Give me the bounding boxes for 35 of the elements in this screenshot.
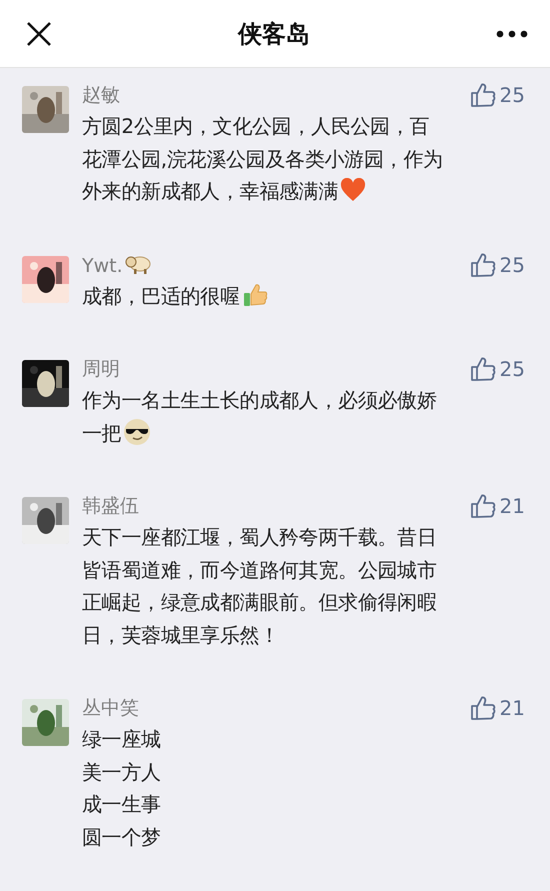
comment-line: 外来的新成都人，幸福感满满 [82,179,338,203]
like-count: 25 [500,357,525,381]
like-count: 21 [500,494,525,518]
page-title: 侠客岛 [238,18,310,50]
sunglasses-face-icon [123,418,152,446]
commenter-name: Ywt. [82,254,123,276]
comment-line: 天下一座都江堰，蜀人矜夸两千载。昔日 [82,525,437,549]
like-icon[interactable] [470,252,496,278]
like-icon[interactable] [470,82,496,108]
like-count: 21 [500,696,525,720]
like-icon[interactable] [470,493,496,519]
thumbs-up-icon [242,282,268,308]
comment-line: 皆语蜀道难，而今道路何其宽。公园城市 [82,558,437,582]
comment-line: 美一方人 [82,760,161,784]
comment-line: 正崛起，绿意成都满眼前。但求偷得闲暇 [82,590,437,614]
more-icon[interactable] [496,30,528,38]
like-count: 25 [500,252,525,276]
comment-line: 成一生事 [82,792,161,816]
commenter-name: 赵敏 [82,83,120,108]
like-icon[interactable] [470,356,496,382]
heart-icon [340,178,366,202]
comment-line: 绿一座城 [82,727,161,751]
like-count: 25 [500,83,525,107]
comment-line: 一把 [82,420,122,444]
comment-line: 圆一个梦 [82,824,161,848]
commenter-name: 丛中笑 [82,696,139,721]
commenter-name: 韩盛伍 [82,494,139,519]
comment-line: 成都，巴适的很喔 [82,284,240,308]
comment-line: 日，芙蓉城里享乐然！ [82,622,280,646]
comment-line: 花潭公园,浣花溪公园及各类小游园，作为 [82,146,443,170]
comment-line: 作为一名土生土长的成都人，必须必傲娇 [82,388,437,412]
comment-line: 方圆2公里内，文化公园，人民公园，百 [82,114,430,138]
like-icon[interactable] [470,695,496,721]
commenter-name: 周明 [82,357,120,382]
close-icon[interactable] [26,20,52,46]
